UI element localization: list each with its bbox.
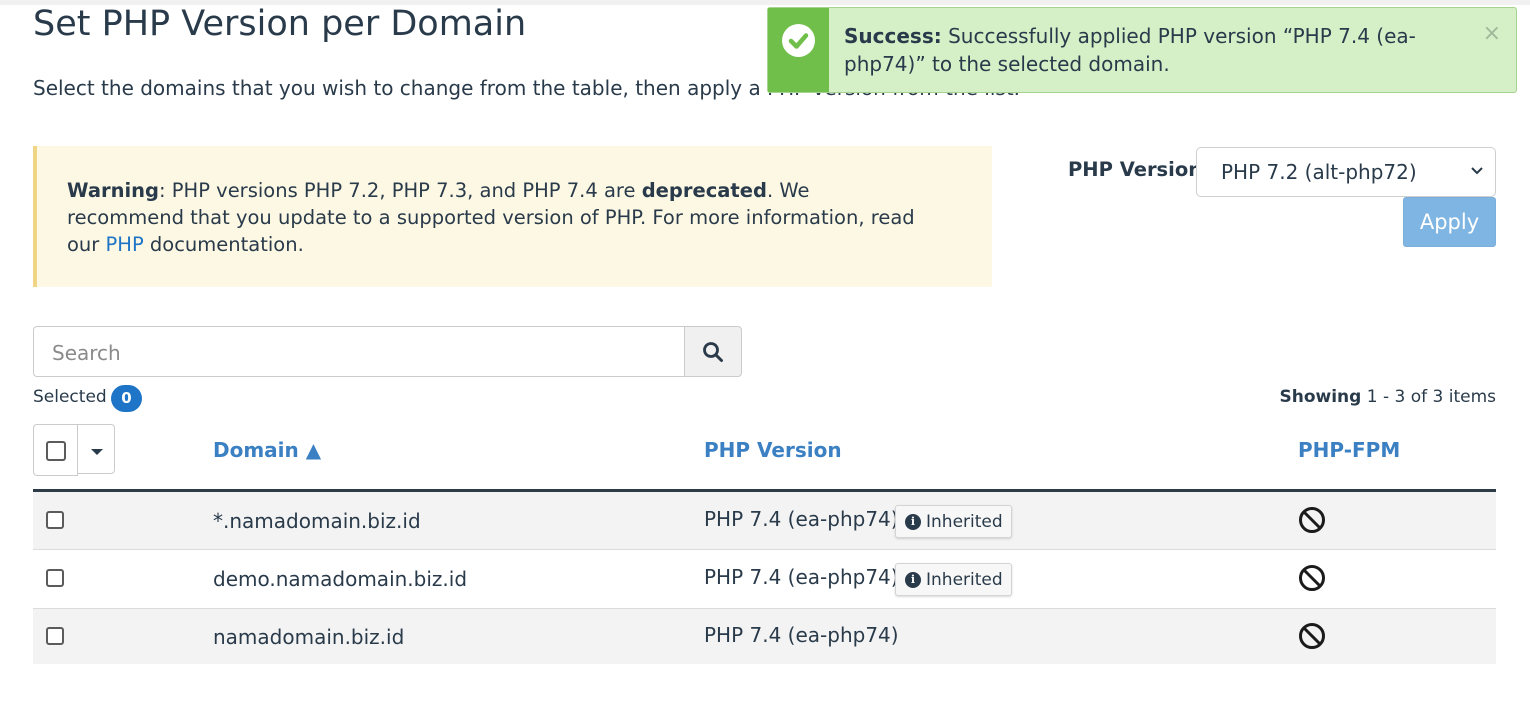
row-domain: namadomain.biz.id [213,625,405,649]
table-row: namadomain.biz.id PHP 7.4 (ea-php74) [33,609,1496,664]
apply-button[interactable]: Apply [1403,197,1496,247]
info-icon: i [905,572,921,588]
inherited-badge[interactable]: i Inherited [895,563,1012,596]
showing-prefix: Showing [1279,387,1362,407]
row-checkbox[interactable] [46,511,64,529]
showing-range: 1 - 3 of 3 items [1366,387,1496,407]
search-icon [703,342,723,362]
row-checkbox[interactable] [46,569,64,587]
warning-label: Warning [67,179,159,202]
checkbox-box [46,441,66,461]
check-circle-icon [782,24,815,57]
select-all-checkbox[interactable] [33,424,78,476]
php-version-selected: PHP 7.2 (alt-php72) [1221,160,1417,184]
toast-label: Success: [844,24,942,48]
row-php-version: PHP 7.4 (ea-php74) [704,623,899,647]
page-title: Set PHP Version per Domain [33,4,527,44]
chevron-down-icon [1471,167,1483,175]
search-input[interactable]: Search [33,326,685,377]
row-domain: demo.namadomain.biz.id [213,567,468,591]
pagination-summary: Showing 1 - 3 of 3 items [1279,387,1496,407]
column-header-php-fpm[interactable]: PHP-FPM [1298,438,1400,462]
info-icon: i [905,514,921,530]
php-version-label: PHP Version [1068,158,1203,181]
row-domain: *.namadomain.biz.id [213,509,421,533]
toast-message: Success: Successfully applied PHP versio… [844,22,1424,78]
disabled-icon [1299,623,1325,649]
row-php-version: PHP 7.4 (ea-php74) [704,565,899,589]
warning-text: : PHP versions PHP 7.2, PHP 7.3, and PHP… [159,179,642,202]
inherited-label: Inherited [926,512,1003,532]
php-version-select[interactable]: PHP 7.2 (alt-php72) [1196,147,1496,197]
deprecation-warning: Warning: PHP versions PHP 7.2, PHP 7.3, … [33,146,992,287]
row-php-version: PHP 7.4 (ea-php74) [704,507,899,531]
table-row: demo.namadomain.biz.id PHP 7.4 (ea-php74… [33,550,1496,608]
php-docs-link[interactable]: PHP [106,233,144,256]
caret-down-icon [91,449,103,455]
close-icon[interactable]: × [1483,23,1501,45]
column-header-php-version[interactable]: PHP Version [704,438,842,462]
inherited-label: Inherited [926,570,1003,590]
search-button[interactable] [684,326,742,377]
disabled-icon [1299,565,1325,591]
selected-label: Selected [33,387,107,407]
column-header-domain[interactable]: Domain ▲ [213,438,321,462]
disabled-icon [1299,507,1325,533]
warning-text-end: documentation. [143,233,304,256]
selected-count-badge: 0 [111,385,142,412]
warning-emphasis: deprecated [641,179,767,202]
success-toast: Success: Successfully applied PHP versio… [767,7,1517,93]
table-row: *.namadomain.biz.id PHP 7.4 (ea-php74) i… [33,492,1496,549]
toast-icon-column [768,8,829,92]
inherited-badge[interactable]: i Inherited [895,505,1012,538]
row-checkbox[interactable] [46,627,64,645]
bulk-select-dropdown[interactable] [77,424,115,474]
